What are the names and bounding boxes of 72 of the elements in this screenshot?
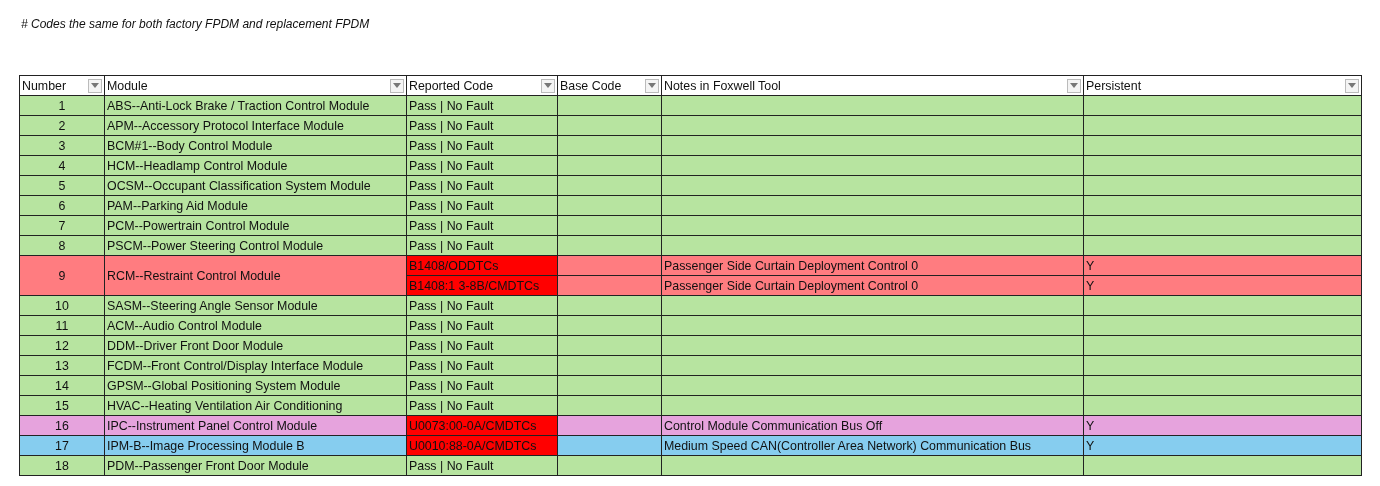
column-header: Reported Code [406,75,558,96]
table-cell: GPSM--Global Positioning System Module [104,375,407,396]
filter-dropdown-icon[interactable] [1345,78,1359,93]
table-cell: PAM--Parking Aid Module [104,195,407,216]
table-cell: RCM--Restraint Control Module [104,255,407,296]
column-header: Base Code [557,75,662,96]
table-cell: 7 [19,215,105,236]
sheet-note: # Codes the same for both factory FPDM and replacement FPDM [21,17,370,31]
table-cell: 3 [19,135,105,156]
table-cell: 11 [19,315,105,336]
table-cell: Pass | No Fault [406,375,558,396]
table-cell: Pass | No Fault [406,115,558,136]
table-cell: 4 [19,155,105,176]
table-cell: Passenger Side Curtain Deployment Control 0 [661,275,1084,296]
table-cell: Y [1083,415,1362,436]
table-cell: Pass | No Fault [406,355,558,376]
table-cell: IPM-B--Image Processing Module B [104,435,407,456]
table-cell: 6 [19,195,105,216]
table-cell: Y [1083,435,1362,456]
table-cell: ABS--Anti-Lock Brake / Traction Control Module [104,95,407,116]
table-cell: SASM--Steering Angle Sensor Module [104,295,407,316]
table-cell: Control Module Communication Bus Off [661,415,1084,436]
table-cell: Pass | No Fault [406,195,558,216]
table-cell: 17 [19,435,105,456]
column-header: Persistent [1083,75,1362,96]
table-cell: 1 [19,95,105,116]
filter-dropdown-icon[interactable] [645,78,659,93]
table-cell: Pass | No Fault [406,295,558,316]
table-cell: Pass | No Fault [406,315,558,336]
table-cell: Pass | No Fault [406,395,558,416]
table-cell: Pass | No Fault [406,95,558,116]
column-header: Module [104,75,407,96]
table-cell: FCDM--Front Control/Display Interface Module [104,355,407,376]
table-cell: ACM--Audio Control Module [104,315,407,336]
table-cell: Pass | No Fault [406,215,558,236]
table-cell: Pass | No Fault [406,135,558,156]
table-cell: 18 [19,455,105,476]
table-cell: PCM--Powertrain Control Module [104,215,407,236]
table-cell: PSCM--Power Steering Control Module [104,235,407,256]
filter-dropdown-icon[interactable] [390,78,404,93]
table-cell: APM--Accessory Protocol Interface Module [104,115,407,136]
table-cell: Medium Speed CAN(Controller Area Network) Communication Bus [661,435,1084,456]
table-cell: Y [1083,255,1362,276]
filter-dropdown-icon[interactable] [541,78,555,93]
table-cell: Y [1083,275,1362,296]
table-cell: DDM--Driver Front Door Module [104,335,407,356]
table-cell: Pass | No Fault [406,235,558,256]
table-cell: HCM--Headlamp Control Module [104,155,407,176]
table-cell: 15 [19,395,105,416]
table-cell: Pass | No Fault [406,155,558,176]
column-header: Notes in Foxwell Tool [661,75,1084,96]
table-cell: 16 [19,415,105,436]
table-cell: 14 [19,375,105,396]
table-cell: Passenger Side Curtain Deployment Control 0 [661,255,1084,276]
table-cell: 12 [19,335,105,356]
table-cell: Pass | No Fault [406,335,558,356]
table-cell: PDM--Passenger Front Door Module [104,455,407,476]
table-cell: 8 [19,235,105,256]
table-cell: 9 [19,255,105,296]
table-cell: BCM#1--Body Control Module [104,135,407,156]
column-header: Number [19,75,105,96]
table-cell: 10 [19,295,105,316]
table-cell: 2 [19,115,105,136]
filter-dropdown-icon[interactable] [88,78,102,93]
table-cell: 13 [19,355,105,376]
table-cell: HVAC--Heating Ventilation Air Conditioning [104,395,407,416]
table-cell: Pass | No Fault [406,175,558,196]
table-cell: IPC--Instrument Panel Control Module [104,415,407,436]
table-cell: Pass | No Fault [406,455,558,476]
table-cell: 5 [19,175,105,196]
filter-dropdown-icon[interactable] [1067,78,1081,93]
table-cell: OCSM--Occupant Classification System Module [104,175,407,196]
